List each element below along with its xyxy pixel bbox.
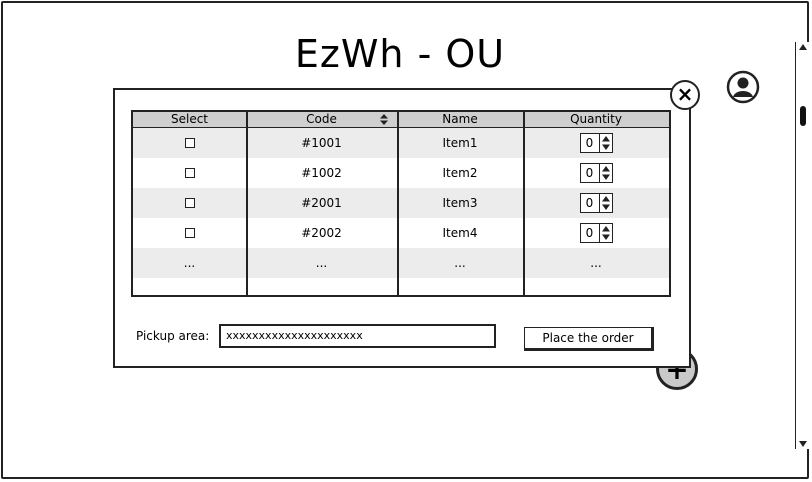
close-icon[interactable]: × [670, 80, 700, 110]
item-code: #1001 [301, 136, 342, 150]
pickup-area-label: Pickup area: [136, 329, 210, 343]
stepper-arrows-icon[interactable] [600, 194, 612, 212]
column-divider [523, 112, 525, 295]
quantity-stepper[interactable]: 0 [579, 223, 613, 243]
select-checkbox[interactable] [184, 228, 195, 238]
table-row: ... ... ... ... [133, 248, 669, 278]
item-name: Item3 [442, 196, 478, 210]
column-header-quantity[interactable]: Quantity [523, 112, 669, 127]
item-name: Item1 [442, 136, 478, 150]
pickup-area-input[interactable]: xxxxxxxxxxxxxxxxxxxxx [219, 324, 496, 348]
item-code: #2002 [301, 226, 342, 240]
select-checkbox[interactable] [184, 198, 195, 208]
quantity-value[interactable]: 0 [581, 164, 600, 182]
table-row: #1001 Item1 0 [133, 128, 669, 158]
ellipsis-cell: ... [183, 256, 196, 270]
table-row: #2001 Item3 0 [133, 188, 669, 218]
quantity-stepper[interactable]: 0 [579, 193, 613, 213]
select-checkbox[interactable] [184, 168, 195, 178]
scroll-thumb[interactable] [800, 106, 806, 126]
column-header-code[interactable]: Code [246, 112, 397, 127]
ellipsis-cell: ... [590, 256, 602, 270]
quantity-stepper[interactable]: 0 [579, 133, 613, 153]
table-row: #2002 Item4 0 [133, 218, 669, 248]
quantity-value[interactable]: 0 [581, 134, 600, 152]
stepper-arrows-icon[interactable] [600, 224, 612, 242]
ellipsis-cell: ... [315, 256, 328, 270]
stepper-arrows-icon[interactable] [600, 164, 612, 182]
page-title: EzWh - OU [294, 32, 506, 76]
item-name: Item2 [442, 166, 478, 180]
item-code: #2001 [301, 196, 342, 210]
column-divider [246, 112, 248, 295]
quantity-stepper[interactable]: 0 [579, 163, 613, 183]
item-code: #1002 [301, 166, 342, 180]
quantity-value[interactable]: 0 [581, 194, 600, 212]
stepper-arrows-icon[interactable] [600, 134, 612, 152]
scroll-down-icon[interactable] [798, 439, 808, 449]
quantity-value[interactable]: 0 [581, 224, 600, 242]
column-header-select[interactable]: Select [133, 112, 246, 127]
table-row: #1002 Item2 0 [133, 158, 669, 188]
place-order-button[interactable]: Place the order [524, 327, 654, 351]
select-checkbox[interactable] [184, 138, 195, 148]
ellipsis-cell: ... [454, 256, 466, 270]
user-avatar-icon[interactable] [726, 70, 760, 104]
items-table: Select Code Name Quantity #1001 Item1 0 … [131, 110, 671, 297]
sort-icon[interactable] [379, 113, 389, 126]
column-header-code-label: Code [306, 112, 337, 126]
scroll-up-icon[interactable] [798, 42, 808, 52]
table-header: Select Code Name Quantity [133, 112, 669, 128]
vertical-scrollbar[interactable] [795, 42, 809, 449]
column-header-name[interactable]: Name [397, 112, 523, 127]
item-name: Item4 [442, 226, 478, 240]
column-divider [397, 112, 399, 295]
